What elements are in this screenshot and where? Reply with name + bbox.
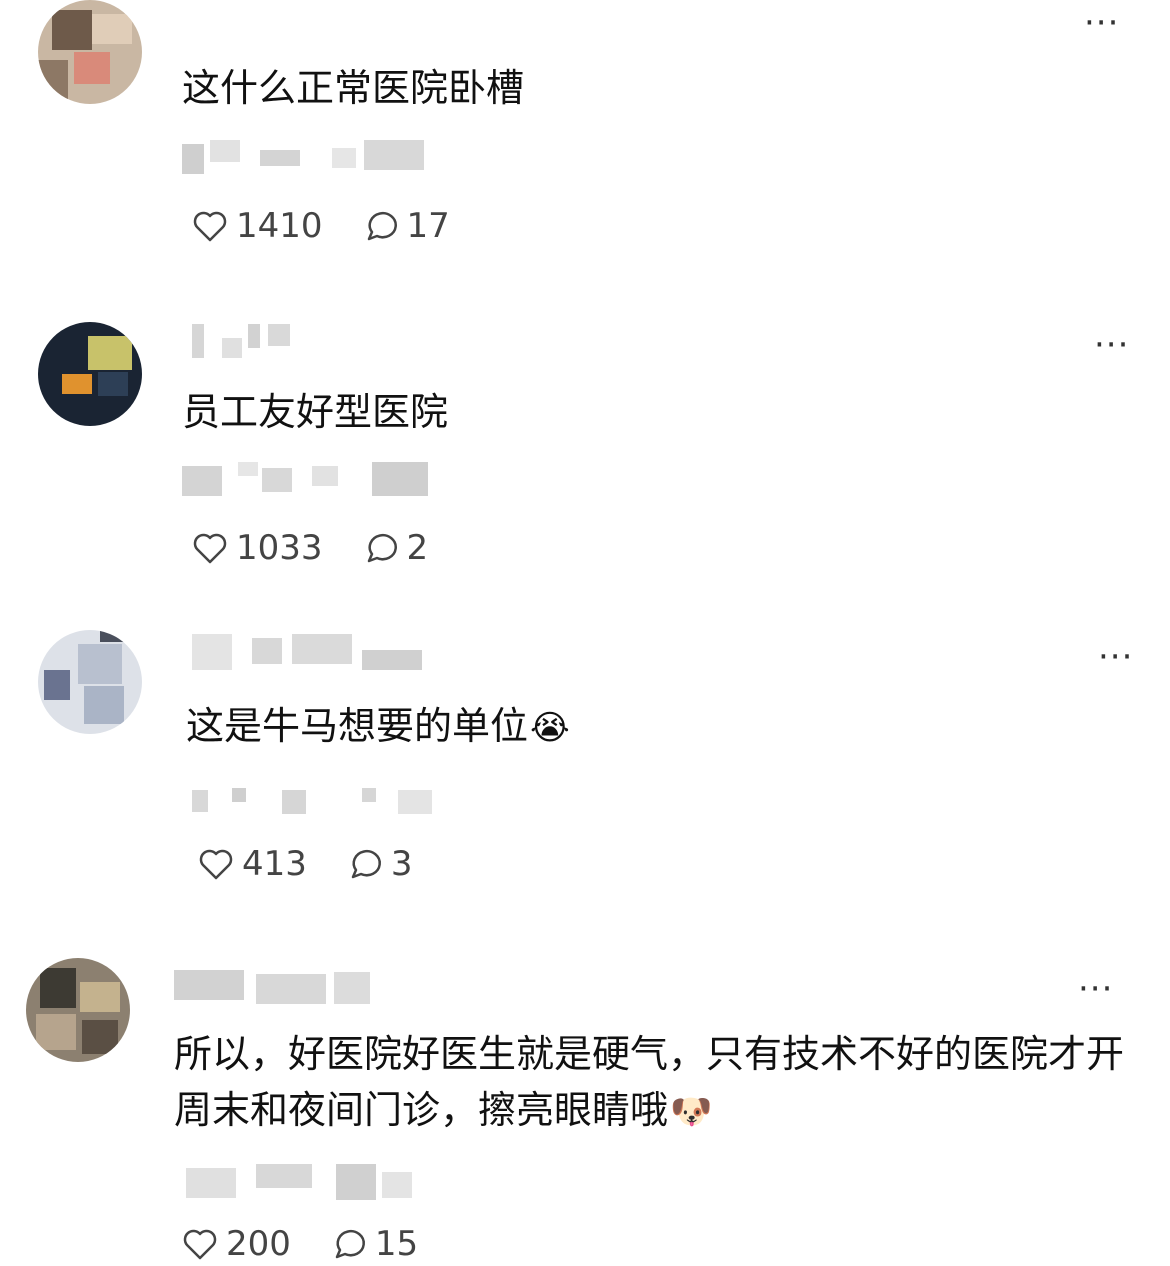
comment-text: 这什么正常医院卧槽 bbox=[182, 66, 525, 110]
more-options-button[interactable]: ··· bbox=[1098, 640, 1133, 674]
like-count: 200 bbox=[226, 1224, 291, 1264]
speech-bubble-icon bbox=[335, 1230, 365, 1259]
like-button[interactable]: 200 bbox=[180, 1224, 291, 1264]
avatar[interactable] bbox=[38, 0, 142, 104]
reply-button[interactable]: 3 bbox=[345, 844, 413, 884]
comment-meta-blurred bbox=[182, 462, 432, 498]
heart-outline-icon bbox=[183, 1229, 217, 1260]
more-options-button[interactable]: ··· bbox=[1078, 972, 1113, 1006]
heart-outline-icon bbox=[193, 211, 227, 242]
like-button[interactable]: 1033 bbox=[190, 528, 323, 568]
comment-actions: 1033 2 bbox=[190, 528, 466, 568]
avatar[interactable] bbox=[38, 630, 142, 734]
avatar[interactable] bbox=[38, 322, 142, 426]
username-blurred[interactable] bbox=[174, 970, 374, 1006]
like-button[interactable]: 1410 bbox=[190, 206, 323, 246]
avatar[interactable] bbox=[26, 958, 130, 1062]
reply-button[interactable]: 15 bbox=[329, 1224, 418, 1264]
heart-outline-icon bbox=[199, 849, 233, 880]
reply-button[interactable]: 17 bbox=[361, 206, 450, 246]
username-blurred[interactable] bbox=[192, 634, 432, 670]
speech-bubble-icon bbox=[367, 534, 397, 563]
comment-text: 所以，好医院好医生就是硬气，只有技术不好的医院才开周末和夜间门诊，擦亮眼睛哦🐶 bbox=[174, 1032, 1125, 1132]
comment-meta-blurred bbox=[192, 786, 442, 822]
puppy-emoji-icon: 🐶 bbox=[670, 1092, 713, 1132]
speech-bubble-icon bbox=[367, 212, 397, 241]
like-count: 1410 bbox=[236, 206, 323, 246]
crying-emoji-icon: 😭 bbox=[530, 708, 570, 748]
reply-count: 17 bbox=[406, 206, 450, 246]
reply-count: 3 bbox=[390, 844, 413, 884]
username-blurred[interactable] bbox=[192, 322, 302, 358]
like-count: 1033 bbox=[236, 528, 323, 568]
comment-meta-blurred bbox=[182, 140, 424, 176]
like-count: 413 bbox=[242, 844, 307, 884]
comment-actions: 413 3 bbox=[196, 844, 451, 884]
comment-actions: 1410 17 bbox=[190, 206, 488, 246]
speech-bubble-icon bbox=[351, 850, 381, 879]
reply-count: 2 bbox=[406, 528, 429, 568]
reply-count: 15 bbox=[374, 1224, 419, 1264]
comment-text: 这是牛马想要的单位😭 bbox=[186, 704, 570, 748]
reply-button[interactable]: 2 bbox=[361, 528, 429, 568]
like-button[interactable]: 413 bbox=[196, 844, 307, 884]
comment-text: 员工友好型医院 bbox=[182, 390, 449, 434]
more-options-button[interactable]: ··· bbox=[1094, 328, 1129, 362]
more-options-button[interactable]: ··· bbox=[1084, 6, 1119, 40]
heart-outline-icon bbox=[193, 533, 227, 564]
comment-actions: 200 15 bbox=[180, 1224, 456, 1264]
comment-meta-blurred bbox=[186, 1164, 426, 1200]
